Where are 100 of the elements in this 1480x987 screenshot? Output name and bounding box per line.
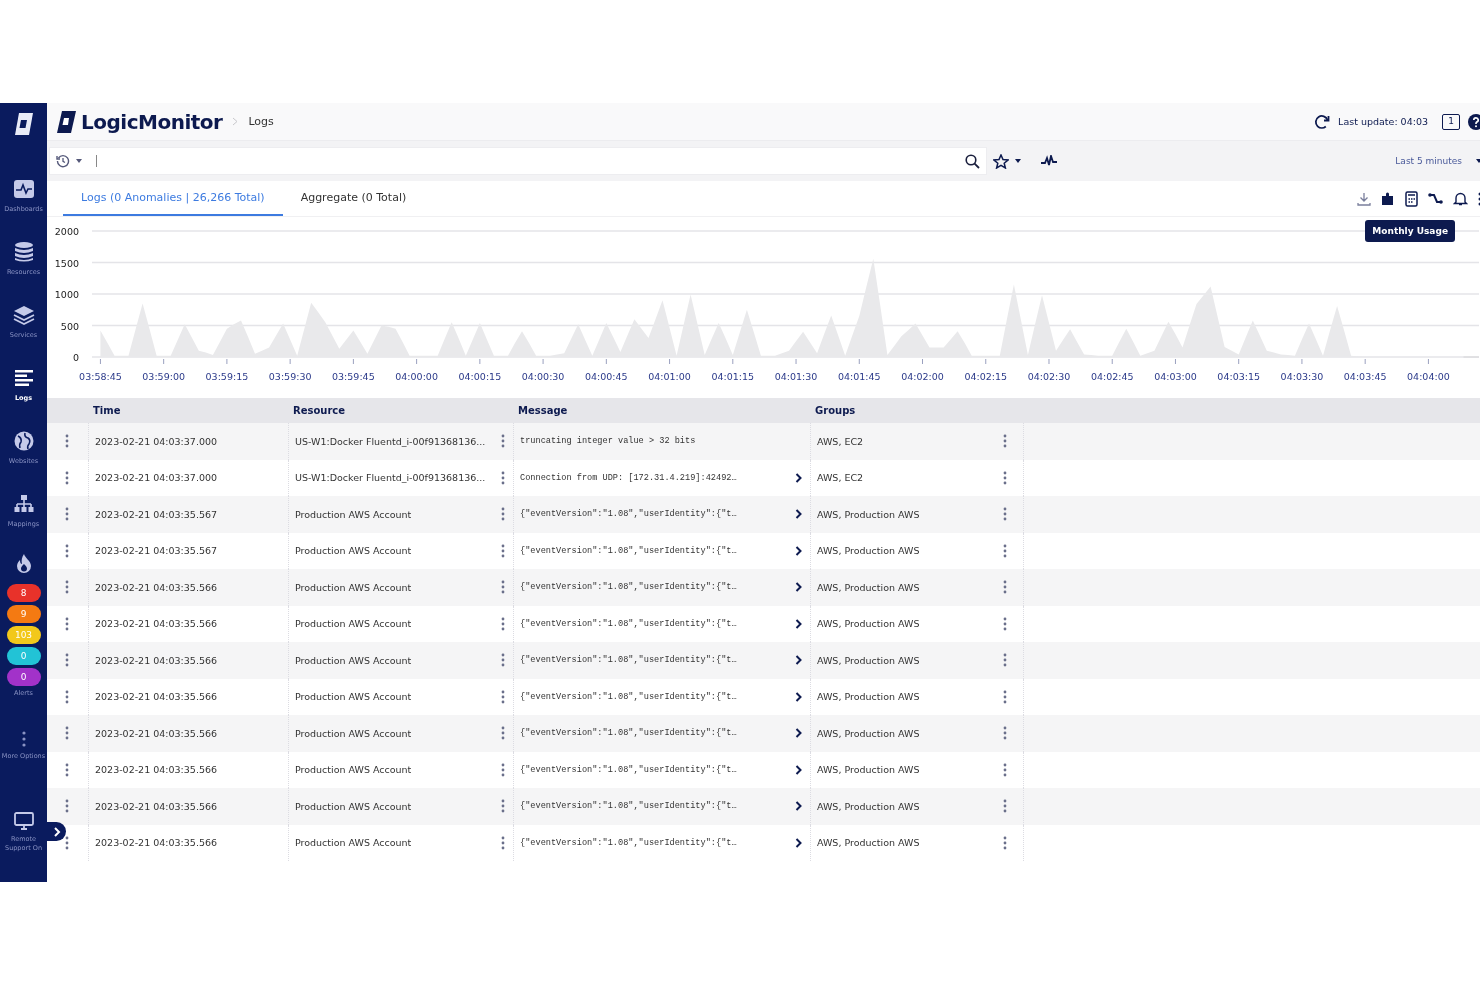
- table-cell-text: AWS, Production AWS: [817, 618, 921, 630]
- x-axis-label: 04:02:15: [964, 371, 1008, 382]
- x-axis-label: 04:01:00: [648, 371, 691, 382]
- table-cell-text: {"eventVersion":"1.08","userIdentity":{"t…: [520, 764, 738, 775]
- table-cell-text: {"eventVersion":"1.08","userIdentity":{"t…: [520, 655, 738, 666]
- refresh-icon[interactable]: [1314, 113, 1331, 130]
- layers-icon: [12, 304, 35, 327]
- chevron-icon[interactable]: [795, 545, 802, 556]
- flame-icon[interactable]: [14, 553, 33, 573]
- table-cell-text: AWS, Production AWS: [817, 508, 921, 520]
- y-axis-label: 0: [72, 352, 79, 363]
- x-axis-label: 04:00:30: [521, 371, 565, 382]
- chevron-icon[interactable]: [795, 509, 802, 520]
- table-cell-text: Connection from UDP: [172.31.4.219]:42492…: [520, 472, 738, 483]
- x-axis-label: 04:02:45: [1090, 371, 1134, 382]
- caret-icon[interactable]: [76, 159, 82, 163]
- chevron-icon[interactable]: [795, 764, 802, 775]
- monitor-icon: [13, 811, 34, 830]
- route-icon[interactable]: [1428, 191, 1443, 206]
- table-cell-text: AWS, Production AWS: [817, 800, 921, 812]
- kebab-icon: [21, 731, 26, 748]
- table-cell-text: AWS, Production AWS: [817, 654, 921, 666]
- column-header[interactable]: Resource: [289, 405, 514, 416]
- table-cell-text: {"eventVersion":"1.08","userIdentity":{"t…: [520, 728, 738, 739]
- chevron-icon[interactable]: [795, 728, 802, 739]
- history-icon[interactable]: [56, 154, 70, 168]
- chevron-icon[interactable]: [795, 837, 802, 848]
- x-axis-label: 04:03:15: [1217, 371, 1261, 382]
- table-cell-text: AWS, EC2: [817, 472, 865, 484]
- x-axis-label: 04:03:30: [1280, 371, 1324, 382]
- alert-count-badge[interactable]: 0: [6, 668, 41, 686]
- time-range-dropdown[interactable]: Last 5 minutes: [1395, 156, 1462, 166]
- table-cell-text: {"eventVersion":"1.08","userIdentity":{"t…: [520, 545, 738, 556]
- x-axis-label: 04:04:00: [1407, 371, 1450, 382]
- chevron-icon[interactable]: [795, 582, 802, 593]
- x-axis-label: 04:03:00: [1154, 371, 1197, 382]
- x-axis-label: 04:00:45: [585, 371, 628, 382]
- star-icon[interactable]: [993, 153, 1009, 169]
- bell-icon[interactable]: [1453, 191, 1468, 206]
- table-cell: 2023-02-21 04:03:35.567: [95, 545, 218, 557]
- table-cell-text: Production AWS Account: [295, 654, 413, 666]
- globe-icon: [12, 430, 35, 453]
- table-cell-text: US-W1:Docker Fluentd_i-00f91368136...: [295, 472, 487, 484]
- table-cell: 2023-02-21 04:03:37.000: [95, 472, 218, 484]
- table-cell-text: Production AWS Account: [295, 508, 413, 520]
- table-cell-text: Production AWS Account: [295, 581, 413, 593]
- table-cell-text: {"eventVersion":"1.08","userIdentity":{"t…: [520, 691, 738, 702]
- table-cell-text: US-W1:Docker Fluentd_i-00f91368136...: [295, 435, 487, 447]
- y-axis-label: 2000: [54, 226, 79, 237]
- chevron-icon[interactable]: [795, 801, 802, 812]
- x-axis-label: 03:59:45: [332, 371, 375, 382]
- tab[interactable]: Aggregate (0 Total): [282, 181, 425, 216]
- x-axis-label: 04:01:15: [711, 371, 755, 382]
- last-update-text: Last update: 04:03: [1338, 116, 1428, 127]
- puzzle-icon[interactable]: [1381, 191, 1395, 206]
- column-header[interactable]: Time: [89, 405, 289, 416]
- chevron-icon[interactable]: [795, 691, 802, 702]
- table-cell-text: {"eventVersion":"1.08","userIdentity":{"t…: [520, 801, 738, 812]
- chevron-icon[interactable]: [795, 655, 802, 666]
- x-axis-label: 04:03:45: [1343, 371, 1387, 382]
- logo-icon[interactable]: [55, 109, 77, 134]
- table-cell-text: AWS, Production AWS: [817, 581, 921, 593]
- breadcrumb[interactable]: Logs: [248, 115, 274, 128]
- x-axis-label: 03:59:15: [205, 371, 249, 382]
- alert-count-badge[interactable]: 8: [6, 584, 41, 602]
- x-axis-label: 04:02:00: [901, 371, 944, 382]
- x-axis-label: 04:02:30: [1027, 371, 1071, 382]
- search-icon[interactable]: [965, 153, 980, 169]
- table-cell-text: {"eventVersion":"1.08","userIdentity":{"t…: [520, 582, 738, 593]
- pulse-icon[interactable]: [1041, 155, 1057, 167]
- tab[interactable]: Logs (0 Anomalies | 26,266 Total): [63, 181, 283, 216]
- chevron-icon[interactable]: [795, 472, 802, 483]
- table-cell-text: {"eventVersion":"1.08","userIdentity":{"t…: [520, 837, 738, 848]
- table-cell-text: Production AWS Account: [295, 618, 413, 630]
- table-cell-text: Production AWS Account: [295, 764, 413, 776]
- help-icon[interactable]: [1468, 113, 1480, 130]
- table-cell-text: Production AWS Account: [295, 800, 413, 812]
- caret-icon[interactable]: [1015, 159, 1021, 163]
- table-cell-text: AWS, Production AWS: [817, 727, 921, 739]
- x-axis-label: 04:01:45: [837, 371, 881, 382]
- brand-name[interactable]: LogicMonitor: [81, 109, 223, 134]
- chevron-icon: [232, 117, 239, 126]
- y-axis-label: 1500: [54, 257, 79, 269]
- column-header[interactable]: Message: [514, 405, 811, 416]
- x-axis-label: 04:01:30: [774, 371, 818, 382]
- dashboard-icon: [12, 178, 35, 201]
- x-axis-label: 04:00:00: [395, 371, 438, 382]
- notifications-button[interactable]: 1: [1442, 113, 1460, 130]
- chevron-icon[interactable]: [795, 618, 802, 629]
- table-cell-text: Production AWS Account: [295, 837, 413, 849]
- search-field[interactable]: [49, 147, 987, 175]
- table-cell-text: {"eventVersion":"1.08","userIdentity":{"t…: [520, 618, 738, 629]
- table-cell-text: AWS, Production AWS: [817, 837, 921, 849]
- table-cell-text: {"eventVersion":"1.08","userIdentity":{"t…: [520, 509, 738, 520]
- calculator-icon[interactable]: [1405, 190, 1418, 207]
- table-cell: 2023-02-21 04:03:35.567: [95, 508, 218, 520]
- y-axis-label: 1000: [54, 289, 79, 300]
- column-header[interactable]: Groups: [811, 405, 1024, 416]
- download-icon[interactable]: [1357, 191, 1371, 206]
- table-cell-text: truncating integer value > 32 bits: [520, 436, 697, 447]
